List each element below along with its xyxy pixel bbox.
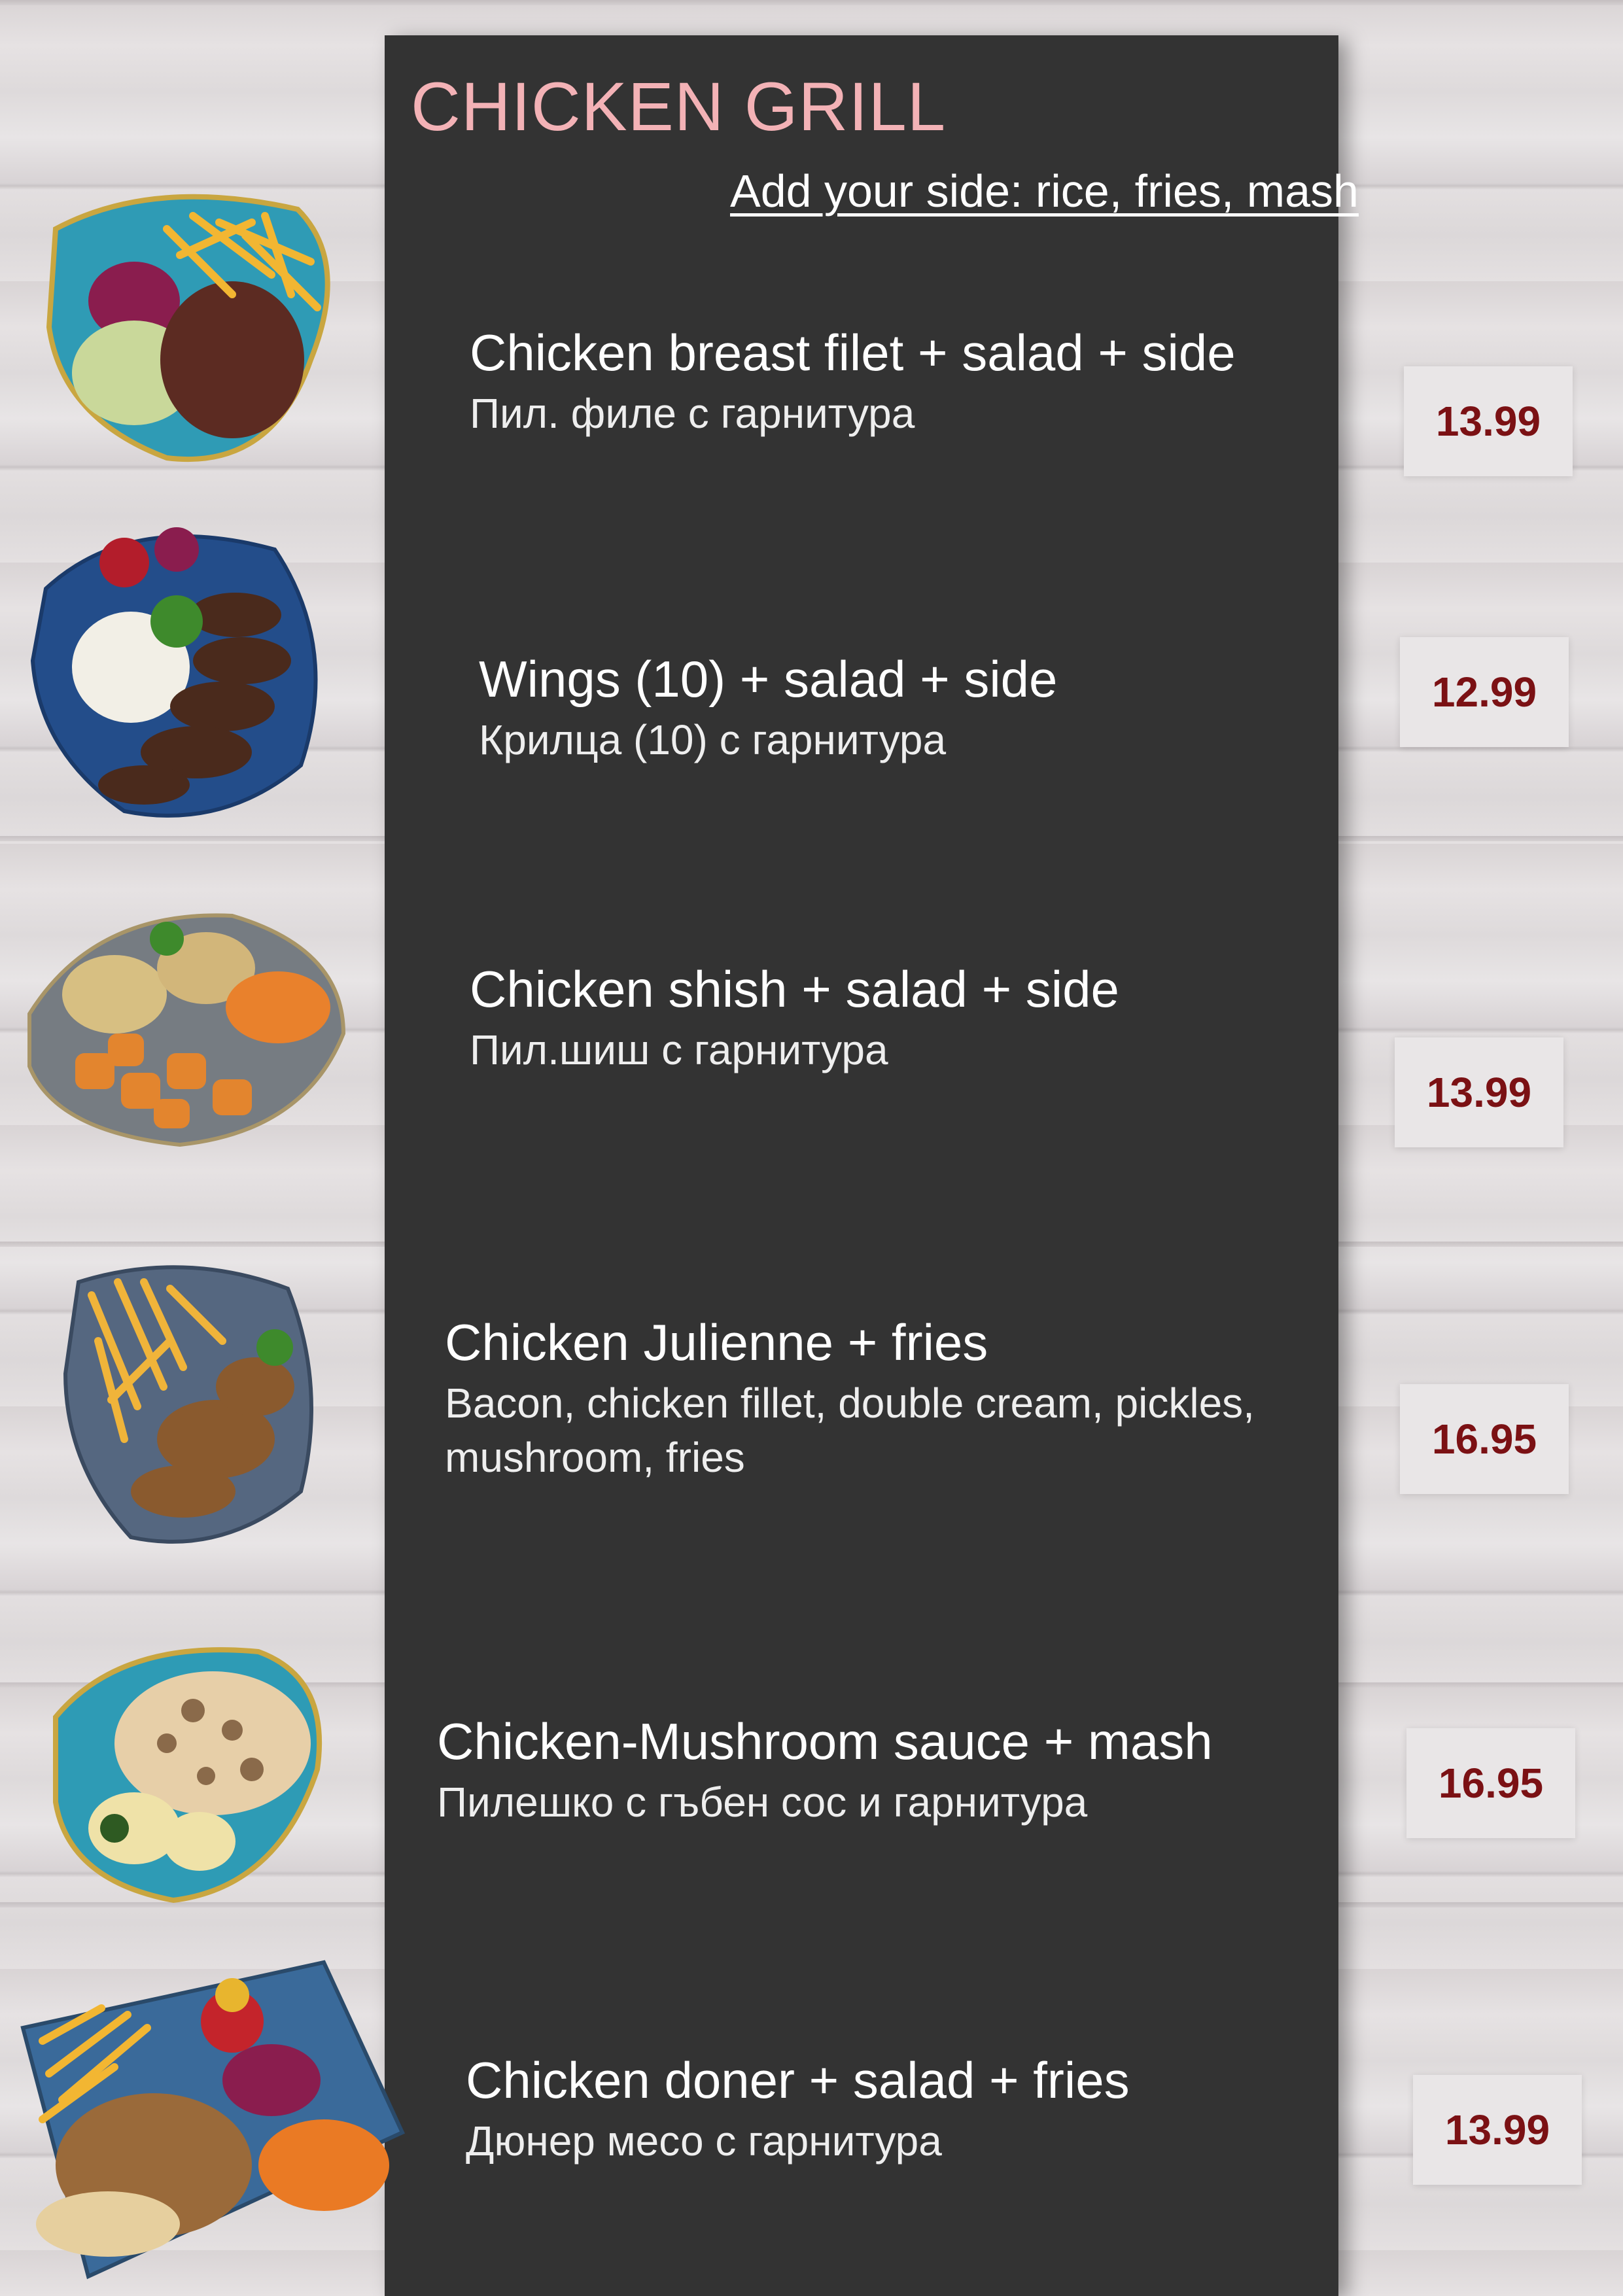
menu-item-description: Пил. филе с гарнитура — [470, 389, 915, 437]
menu-item: Chicken doner + salad + fries Дюнер месо… — [466, 2051, 1130, 2168]
menu-item: Wings (10) + salad + side Крилца (10) с … — [479, 650, 1057, 767]
menu-item-name: Chicken-Mushroom sauce + mash — [437, 1713, 1213, 1770]
menu-item-name: Chicken Julienne + fries — [445, 1313, 988, 1371]
menu-item-price: 13.99 — [1395, 1037, 1563, 1147]
side-options-note: Add your side: rice, fries, mash — [730, 165, 1359, 217]
chicken-mushroom-dish-image — [53, 1647, 322, 1904]
menu-item-description: Дюнер месо с гарнитура — [466, 2117, 942, 2165]
menu-item-price: 16.95 — [1406, 1728, 1575, 1838]
menu-item-name: Chicken breast filet + salad + side — [470, 324, 1236, 381]
menu-item-description: Пил.шиш с гарнитура — [470, 1026, 888, 1073]
menu-item-price: 13.99 — [1404, 366, 1573, 476]
menu-item-price: 16.95 — [1400, 1384, 1569, 1494]
chicken-breast-dish-image — [46, 194, 330, 462]
menu-item-description: Крилца (10) с гарнитура — [479, 716, 947, 763]
menu-item-description: Пилешко с гъбен сос и гарнитура — [437, 1778, 1088, 1826]
wood-plank-seam — [0, 0, 1623, 5]
menu-item-name: Wings (10) + salad + side — [479, 650, 1058, 708]
menu-title: CHICKEN GRILL — [411, 69, 947, 145]
chicken-doner-dish-image — [20, 1960, 405, 2280]
menu-item-name: Chicken doner + salad + fries — [466, 2051, 1130, 2109]
chicken-shish-dish-image — [27, 913, 346, 1147]
menu-item-description: Bacon, chicken fillet, double cream, pic… — [445, 1379, 1255, 1481]
wings-dish-image — [30, 527, 318, 818]
menu-item-price: 13.99 — [1413, 2075, 1582, 2185]
menu-item: Chicken Julienne + fries Bacon, chicken … — [445, 1313, 1263, 1485]
menu-item: Chicken-Mushroom sauce + mash Пилешко с … — [437, 1713, 1213, 1830]
menu-item-price: 12.99 — [1400, 637, 1569, 747]
menu-item-name: Chicken shish + salad + side — [470, 960, 1119, 1018]
menu-item: Chicken shish + salad + side Пил.шиш с г… — [470, 960, 1119, 1077]
menu-item: Chicken breast filet + salad + side Пил.… — [470, 324, 1236, 441]
chicken-julienne-dish-image — [63, 1265, 313, 1544]
